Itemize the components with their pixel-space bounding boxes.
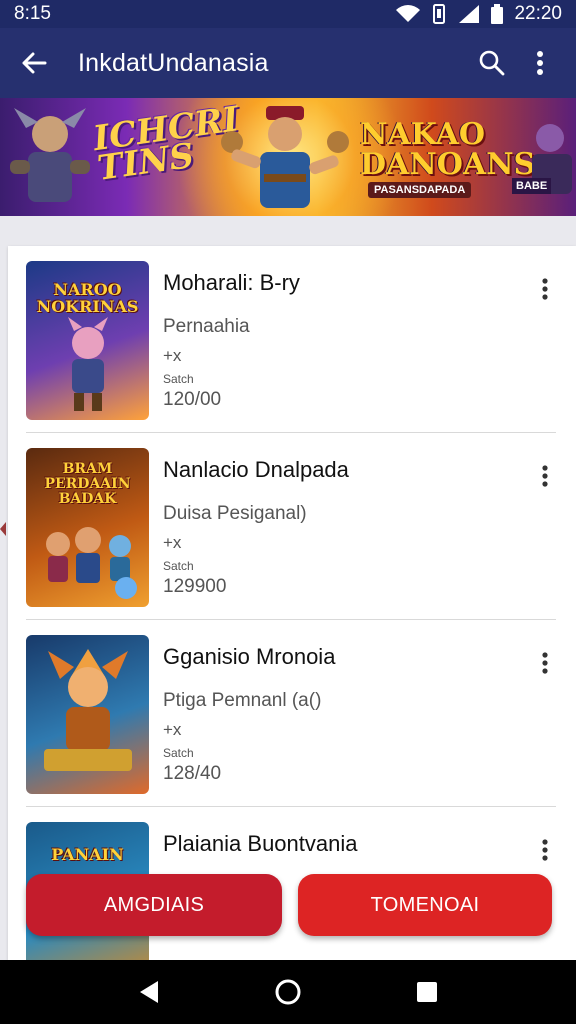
nav-home-icon <box>275 979 301 1005</box>
nav-recents-button[interactable] <box>403 968 451 1016</box>
game-count: 129900 <box>163 576 227 597</box>
thumbnail-title: NAROO NOKRINAS <box>36 280 139 316</box>
vibrate-icon <box>433 4 446 24</box>
thumbnail-title: PANAIN <box>51 845 124 864</box>
item-more-button[interactable] <box>528 459 562 493</box>
more-vert-icon <box>542 839 548 861</box>
banner-badge: BABE <box>512 178 552 194</box>
action-button-row: AMGDIAIS TOMENOAI <box>0 874 576 938</box>
item-more-button[interactable] <box>528 272 562 306</box>
game-subtitle: Duisa Pesiganal) <box>163 503 307 524</box>
game-thumbnail[interactable]: NAROO NOKRINAS <box>26 261 149 420</box>
list-item[interactable]: Gganisio Mronoia Ptiga Pemnanl (a() +x S… <box>8 620 576 807</box>
back-arrow-icon <box>22 52 47 74</box>
game-name: Nanlacio Dnalpada <box>163 457 349 482</box>
game-thumbnail[interactable] <box>26 635 149 794</box>
nav-back-icon <box>140 981 159 1003</box>
list-item[interactable]: NAROO NOKRINAS Moharali: B-ry Pernaahia … <box>8 246 576 433</box>
status-bar: 8:15 22:20 <box>0 0 576 28</box>
left-action-button[interactable]: AMGDIAIS <box>26 874 282 936</box>
edge-marker <box>0 522 6 536</box>
thumbnail-character <box>46 527 137 599</box>
wifi-icon <box>396 5 421 23</box>
nav-recents-icon <box>416 982 437 1002</box>
search-icon <box>479 50 505 76</box>
game-count: 128/40 <box>163 763 222 784</box>
game-name: Gganisio Mronoia <box>163 644 336 669</box>
game-name: Moharali: B-ry <box>163 270 300 295</box>
game-meta-label: Satch <box>163 746 194 760</box>
banner-character-left <box>10 108 90 202</box>
game-name: Plaiania Buontvania <box>163 831 358 856</box>
status-time: 8:15 <box>14 3 51 24</box>
game-count: 120/00 <box>163 389 222 410</box>
promo-banner[interactable]: ICHCRI TINS NAKAO DANOANS PASANSDAPADA B… <box>0 98 576 216</box>
overflow-menu-button[interactable] <box>516 39 564 87</box>
game-subtitle: Pernaahia <box>163 316 250 337</box>
banner-character-right <box>532 124 572 194</box>
thumbnail-character <box>68 317 108 411</box>
game-thumbnail[interactable]: BRAM PERDAAIN BADAK <box>26 448 149 607</box>
game-subtitle: Ptiga Pemnanl (a() <box>163 690 322 711</box>
app-bar: InkdatUndanasia <box>0 28 576 98</box>
search-button[interactable] <box>468 39 516 87</box>
item-more-button[interactable] <box>528 646 562 680</box>
list-item[interactable]: BRAM PERDAAIN BADAK Nanlacio Dnalpada Du… <box>8 433 576 620</box>
more-vert-icon <box>542 652 548 674</box>
thumbnail-character <box>44 649 132 771</box>
banner-character-center <box>221 106 349 208</box>
back-button[interactable] <box>12 41 56 85</box>
page-title: InkdatUndanasia <box>78 48 269 77</box>
game-mark: +x <box>163 346 182 365</box>
status-icons: 22:20 <box>396 3 562 25</box>
system-navigation-bar <box>0 960 576 1024</box>
battery-icon <box>491 4 504 24</box>
item-more-button[interactable] <box>528 833 562 867</box>
thumbnail-title: BRAM PERDAAIN BADAK <box>44 461 131 507</box>
more-vert-icon <box>537 51 543 75</box>
game-mark: +x <box>163 720 182 739</box>
signal-icon <box>459 5 480 23</box>
nav-back-button[interactable] <box>125 968 173 1016</box>
game-mark: +x <box>163 533 182 552</box>
right-action-button[interactable]: TOMENOAI <box>298 874 552 936</box>
game-meta-label: Satch <box>163 372 194 386</box>
more-vert-icon <box>542 465 548 487</box>
banner-tagline: PASANSDAPADA <box>368 182 472 198</box>
game-meta-label: Satch <box>163 559 194 573</box>
nav-home-button[interactable] <box>264 968 312 1016</box>
status-clock: 22:20 <box>514 3 562 24</box>
more-vert-icon <box>542 278 548 300</box>
banner-logo-right: NAKAO DANOANS <box>360 117 536 182</box>
